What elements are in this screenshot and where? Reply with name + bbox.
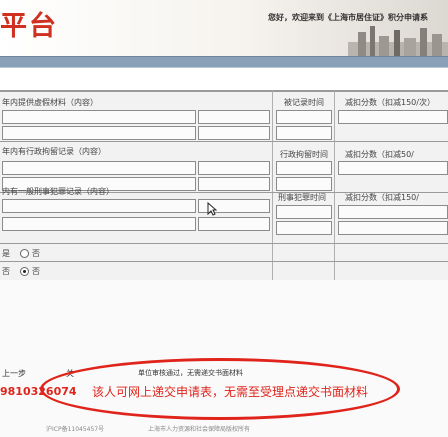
detention-section-title: 年内有行政拘留记录（内容）	[2, 147, 106, 156]
detention-score-label: 减扣分数（扣减50/	[345, 150, 414, 159]
integrity-form: 年内提供虚假材料（内容） 被记录时间 减扣分数（扣减150/次） 年内有行政拘留…	[0, 90, 448, 281]
option-no-radio-text: 否	[32, 267, 40, 276]
detention-content-input-row2b[interactable]	[198, 177, 270, 191]
false-material-content-input-row2b[interactable]	[198, 126, 270, 140]
mouse-cursor-icon	[207, 202, 217, 216]
option-no-radio[interactable]	[20, 267, 29, 276]
recorded-time-input-row2[interactable]	[276, 126, 332, 140]
detention-time-input[interactable]	[276, 161, 332, 175]
criminal-content-input-row2b[interactable]	[198, 217, 270, 231]
divider	[0, 243, 448, 244]
site-header: 平台 您好，欢迎来到《上海市居住证》积分申请系	[0, 0, 448, 56]
false-material-section-title: 年内提供虚假材料（内容）	[2, 98, 98, 107]
criminal-content-input-row2[interactable]	[2, 217, 196, 231]
nav-bar	[0, 56, 448, 68]
highlight-circle	[40, 358, 400, 420]
detention-content-input[interactable]	[2, 161, 196, 175]
divider	[334, 91, 335, 281]
divider	[272, 91, 273, 281]
criminal-score-input[interactable]	[338, 205, 448, 219]
prev-step-button[interactable]: 上一步	[2, 368, 26, 379]
option-label-no: 否	[2, 267, 10, 276]
criminal-time-label: 刑事犯罪时间	[278, 193, 326, 202]
divider	[0, 261, 448, 262]
detention-content-input-2[interactable]	[198, 161, 270, 175]
detention-time-label: 行政拘留时间	[280, 150, 328, 159]
criminal-score-input-row2[interactable]	[338, 221, 448, 235]
criminal-time-input[interactable]	[276, 205, 332, 219]
criminal-content-input[interactable]	[2, 199, 196, 213]
deduction-score-label: 减扣分数（扣减150/次）	[345, 98, 435, 107]
skyline-banner-image	[348, 26, 448, 56]
detention-score-input[interactable]	[338, 161, 448, 175]
site-logo: 平台	[0, 11, 58, 42]
false-material-content-input-2[interactable]	[198, 110, 270, 124]
divider	[0, 91, 448, 92]
option-yes-radio[interactable]	[20, 249, 29, 258]
option-yes-radio-text: 否	[32, 249, 40, 258]
footer-owner: 上海市人力资源和社会保障局版权所有	[148, 426, 251, 433]
recorded-time-input[interactable]	[276, 110, 332, 124]
criminal-section-title: 内有一般刑事犯罪记录（内容）	[2, 187, 114, 196]
false-material-content-input-row2[interactable]	[2, 126, 196, 140]
divider	[0, 141, 448, 142]
criminal-time-input-row2[interactable]	[276, 221, 332, 235]
false-material-content-input[interactable]	[2, 110, 196, 124]
detention-time-input-row2[interactable]	[276, 177, 332, 191]
criminal-score-label: 减扣分数（扣减150/	[345, 193, 419, 202]
option-label-yes: 是	[2, 249, 10, 258]
deduction-score-input[interactable]	[338, 110, 448, 124]
footer-icp: 沪ICP备11045457号	[46, 426, 105, 433]
recorded-time-label: 被记录时间	[284, 98, 324, 107]
